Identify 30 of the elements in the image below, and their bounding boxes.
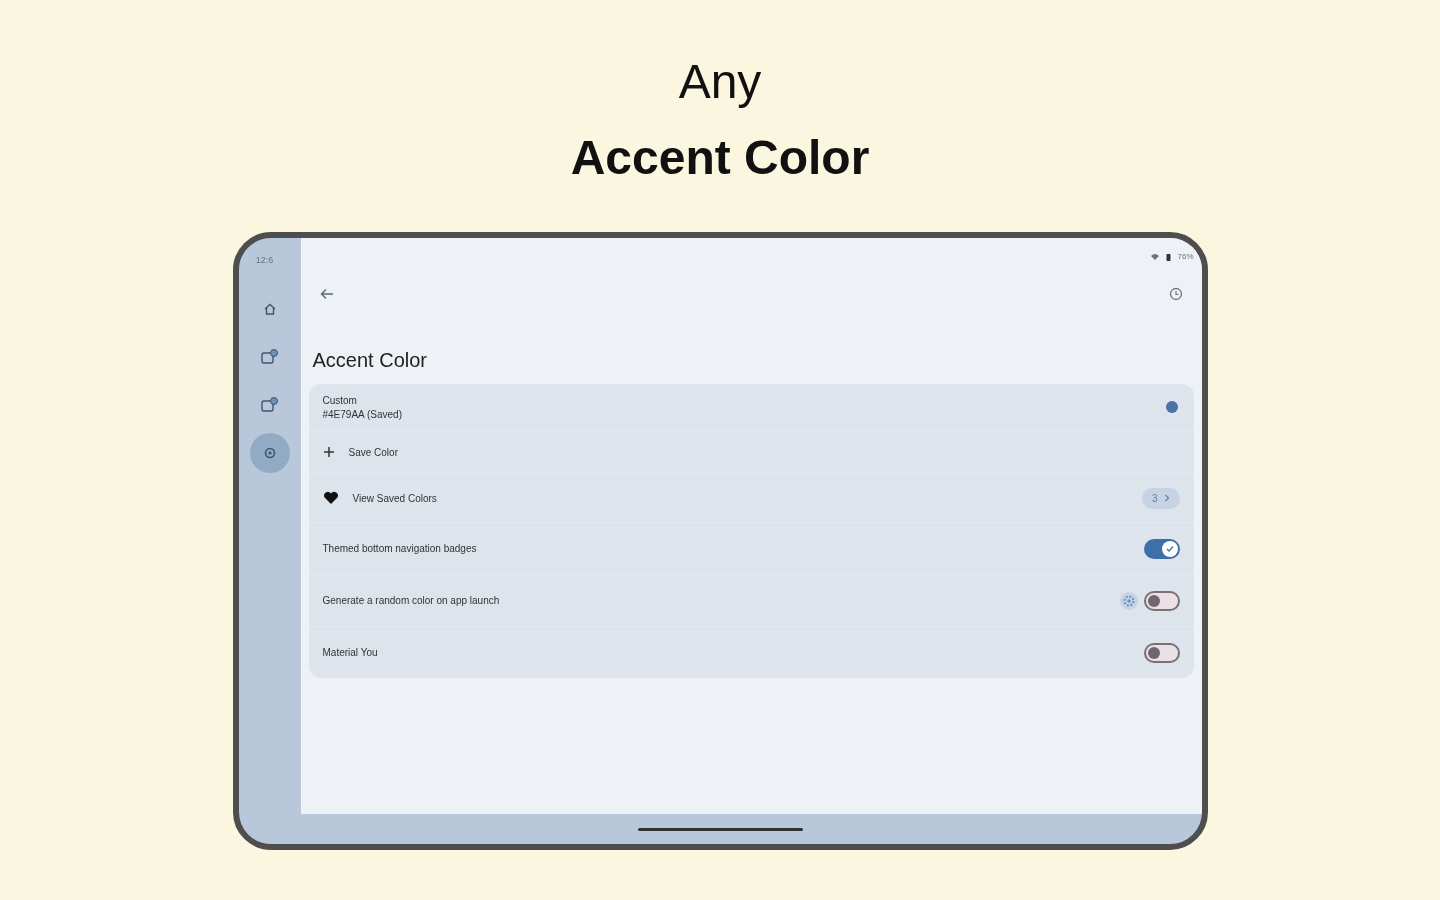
setting-label[interactable]: Save Color (348, 446, 398, 458)
plus-icon (322, 446, 335, 458)
heart-icon (322, 491, 339, 505)
status-time: 12:6 (255, 255, 274, 265)
gesture-handle[interactable] (637, 827, 803, 831)
setting-label: Generate a random color on app launch (322, 595, 500, 606)
shapes-icon (259, 396, 280, 414)
toggle-switch[interactable] (1143, 590, 1180, 611)
page-title: Accent Color (312, 349, 428, 372)
gear-icon[interactable] (1119, 591, 1138, 610)
chevron-icon (1163, 494, 1170, 502)
setting-label[interactable]: View Saved Colors (352, 492, 437, 504)
home-icon (262, 302, 277, 316)
wifi-icon (1150, 252, 1161, 261)
setting-title: Custom (322, 394, 358, 406)
check-icon (1165, 544, 1174, 553)
battery-level: 76% (1177, 252, 1194, 261)
headline-text: Any (678, 54, 762, 110)
back-arrow-icon (319, 288, 334, 300)
headline-title: Accent Color (570, 130, 870, 186)
toggle-switch[interactable] (1143, 642, 1180, 663)
setting-value: #4E79AA (Saved) (322, 408, 402, 420)
shapes-icon (259, 348, 280, 366)
setting-label: Themed bottom navigation badges (322, 543, 477, 554)
history-icon (1168, 287, 1183, 301)
toggle-switch[interactable] (1143, 538, 1180, 559)
battery-icon (1166, 252, 1172, 261)
settings-nav-button[interactable] (249, 433, 290, 473)
settings-icon (262, 446, 277, 460)
setting-label: Material You (322, 647, 378, 658)
